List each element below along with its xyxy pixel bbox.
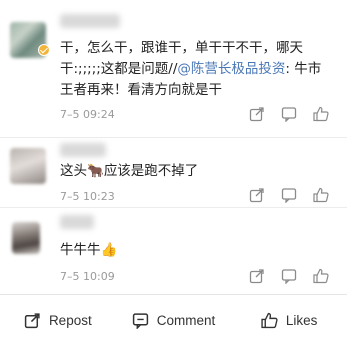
comment-actions [241, 187, 337, 203]
verified-badge-icon [38, 44, 50, 56]
comment-timestamp: 7–5 10:23 [60, 190, 115, 203]
repost-icon [24, 312, 40, 328]
like-icon[interactable] [305, 106, 337, 122]
comment-timestamp: 7–5 10:09 [60, 270, 115, 283]
comment-text-body: 牛牛牛 [60, 242, 101, 258]
comment-text-body: 这头 [60, 163, 87, 179]
share-icon[interactable] [241, 106, 273, 122]
share-icon[interactable] [241, 268, 273, 284]
comment-item: 干，怎么干，跟谁干，单干干不干，哪天干:;;;;;这都是问题//@陈营长极品投资… [0, 0, 347, 137]
comment-label: Comment [156, 312, 216, 328]
user-mention-link[interactable]: @陈营长极品投资 [177, 61, 285, 77]
bull-emoji-icon: 🐂 [87, 163, 104, 179]
username-blurred[interactable] [60, 215, 94, 229]
comment-icon[interactable] [273, 268, 305, 284]
comment-button[interactable]: Comment [116, 295, 232, 345]
bottom-action-bar: Repost Comment Likes [0, 294, 347, 345]
like-icon [261, 312, 278, 328]
comment-text: 这头🐂应该是跑不掉了 [60, 161, 333, 182]
like-icon[interactable] [305, 268, 337, 284]
comment-item: 这头🐂应该是跑不掉了 7–5 10:23 [0, 137, 347, 207]
comment-text: 干，怎么干，跟谁干，单干干不干，哪天干:;;;;;这都是问题//@陈营长极品投资… [60, 38, 333, 101]
comment-actions [241, 268, 337, 284]
like-icon[interactable] [305, 187, 337, 203]
username-blurred[interactable] [60, 14, 120, 28]
comment-item: 牛牛牛👍 7–5 10:09 [0, 207, 347, 294]
likes-button[interactable]: Likes [231, 295, 347, 345]
likes-label: Likes [285, 312, 318, 328]
comment-text: 牛牛牛👍 [60, 240, 333, 261]
comment-icon [132, 312, 148, 329]
comment-icon[interactable] [273, 106, 305, 122]
avatar[interactable] [12, 222, 40, 254]
username-blurred[interactable] [60, 143, 106, 157]
share-icon[interactable] [241, 187, 273, 203]
comment-icon[interactable] [273, 187, 305, 203]
avatar[interactable] [10, 148, 46, 184]
repost-label: Repost [48, 312, 92, 328]
comment-timestamp: 7–5 09:24 [60, 108, 115, 121]
comment-text-tail: 应该是跑不掉了 [103, 163, 199, 179]
repost-button[interactable]: Repost [0, 295, 116, 345]
thumbs-up-emoji-icon: 👍 [100, 242, 118, 258]
comment-actions [241, 106, 337, 122]
